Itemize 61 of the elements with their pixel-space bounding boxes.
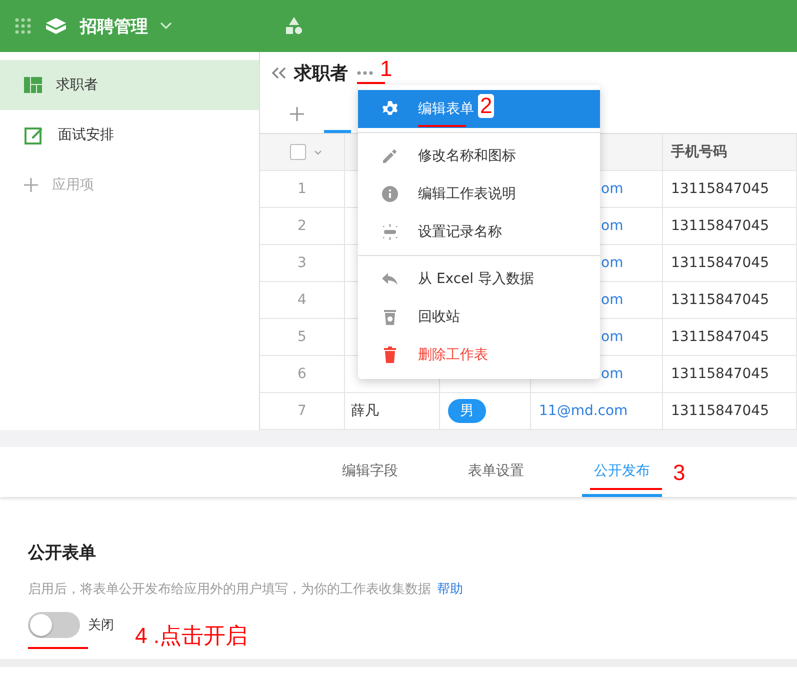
table-cell: 薛凡: [351, 402, 379, 420]
row-number: 6: [298, 366, 306, 382]
annotation-underline: [357, 82, 385, 84]
annotation-underline: [28, 647, 88, 649]
annotation-number: 2: [478, 94, 494, 118]
sidebar-item[interactable]: 求职者: [0, 60, 259, 110]
annotation-underline: [590, 488, 662, 490]
sheet-title: 求职者: [294, 62, 348, 85]
toggle-switch[interactable]: [28, 612, 80, 638]
table-cell: 13115847045: [671, 181, 769, 197]
table-cell: 13115847045: [671, 329, 769, 345]
shapes-icon[interactable]: [284, 16, 304, 36]
collapse-icon[interactable]: [272, 66, 286, 79]
more-icon[interactable]: [356, 70, 374, 76]
table-cell: 13115847045: [671, 218, 769, 234]
email-link[interactable]: om: [601, 329, 624, 345]
row-number: 2: [298, 218, 306, 234]
annotation-underline: [418, 125, 466, 127]
menu-item[interactable]: 回收站: [358, 298, 600, 336]
email-link[interactable]: 11@md.com: [539, 403, 628, 419]
toggle-label: 关闭: [88, 617, 114, 634]
caret-icon[interactable]: [314, 150, 322, 154]
email-link[interactable]: om: [601, 181, 624, 197]
row-number: 1: [298, 181, 306, 197]
add-app-item[interactable]: 应用项: [52, 176, 94, 194]
info-icon: [380, 184, 400, 204]
plus-icon[interactable]: [290, 107, 304, 121]
record-icon: [380, 222, 400, 242]
sidebar-item[interactable]: 面试安排: [0, 110, 259, 160]
view-tab-underline: [324, 130, 351, 133]
email-link[interactable]: om: [601, 218, 624, 234]
apps-grid-icon[interactable]: [14, 17, 32, 35]
edit-icon: [24, 125, 44, 145]
menu-item[interactable]: 修改名称和图标: [358, 137, 600, 175]
table-cell: 13115847045: [671, 255, 769, 271]
email-link[interactable]: om: [601, 292, 624, 308]
description: 启用后，将表单公开发布给应用外的用户填写，为你的工作表收集数据: [28, 582, 431, 597]
table-cell: 13115847045: [671, 292, 769, 308]
row-number: 4: [298, 292, 306, 308]
table-icon: [24, 77, 42, 93]
table-cell: 13115847045: [671, 366, 769, 382]
table-cell: 13115847045: [671, 403, 769, 419]
form-tab[interactable]: 编辑字段: [330, 447, 410, 497]
form-tab[interactable]: 表单设置: [456, 447, 536, 497]
menu-item[interactable]: 设置记录名称: [358, 213, 600, 251]
column-header: 手机号码: [671, 143, 727, 161]
gender-tag: 男: [448, 399, 486, 423]
row-number: 7: [298, 403, 306, 419]
app-title: 招聘管理: [80, 16, 148, 38]
section-title: 公开表单: [28, 542, 97, 564]
plus-icon[interactable]: [24, 178, 38, 192]
checkbox[interactable]: [290, 144, 306, 160]
email-link[interactable]: om: [601, 366, 624, 382]
menu-item[interactable]: 从 Excel 导入数据: [358, 260, 600, 298]
menu-item[interactable]: 删除工作表: [358, 336, 600, 374]
email-link[interactable]: om: [601, 255, 624, 271]
blocks-icon: [44, 16, 68, 36]
help-link[interactable]: 帮助: [437, 582, 463, 597]
row-number: 5: [298, 329, 306, 345]
row-number: 3: [298, 255, 306, 271]
menu-item[interactable]: 编辑工作表说明: [358, 175, 600, 213]
